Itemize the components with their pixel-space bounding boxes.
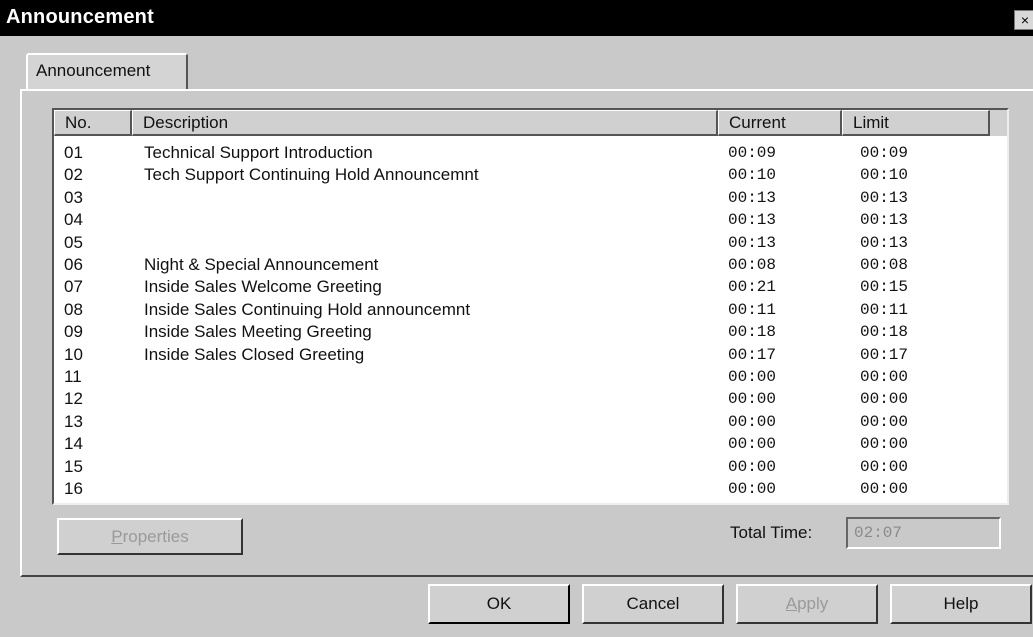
- row-current: 00:17: [728, 345, 777, 364]
- help-button[interactable]: Help: [890, 584, 1032, 624]
- table-row[interactable]: 13 00:00 00:00: [54, 411, 1007, 433]
- total-time-label: Total Time:: [730, 523, 813, 542]
- column-header-current[interactable]: Current: [718, 110, 842, 136]
- apply-mnemonic: A: [785, 594, 798, 613]
- total-time-field: 02:07: [846, 517, 1001, 549]
- column-header-limit[interactable]: Limit: [842, 110, 990, 136]
- properties-button[interactable]: Properties: [57, 518, 243, 555]
- row-current: 00:10: [728, 166, 777, 185]
- row-current: 00:08: [728, 256, 777, 274]
- row-limit: 00:00: [860, 480, 909, 498]
- properties-mnemonic: P: [111, 527, 123, 546]
- table-row[interactable]: 05 00:13 00:13: [54, 232, 1007, 254]
- row-current: 00:00: [728, 435, 777, 454]
- row-limit: 00:17: [860, 345, 909, 364]
- row-current: 00:18: [728, 323, 777, 342]
- row-number: 14: [64, 434, 83, 454]
- row-limit: 00:09: [860, 144, 909, 162]
- row-limit: 00:10: [860, 166, 909, 185]
- row-number: 12: [64, 389, 83, 409]
- row-description: Inside Sales Closed Greeting: [144, 344, 365, 364]
- row-current: 00:00: [728, 368, 777, 386]
- table-row[interactable]: 12 00:00 00:00: [54, 388, 1007, 410]
- row-number: 03: [64, 187, 83, 207]
- row-number: 08: [64, 299, 83, 319]
- row-limit: 00:08: [860, 256, 909, 274]
- table-row[interactable]: 09 Inside Sales Meeting Greeting 00:18 00:1…: [54, 321, 1007, 343]
- title-bar: Announcement ×: [0, 0, 1033, 36]
- row-description: Night & Special Announcement: [144, 255, 379, 274]
- row-current: 00:13: [728, 188, 777, 207]
- row-current: 00:13: [728, 211, 777, 230]
- row-description: Tech Support Continuing Hold Announcemnt: [144, 165, 479, 185]
- row-description: Technical Support Introduction: [144, 143, 373, 162]
- row-number: 05: [64, 232, 83, 252]
- tab-announcement[interactable]: Announcement: [26, 53, 188, 89]
- cancel-button[interactable]: Cancel: [582, 584, 724, 624]
- row-limit: 00:00: [860, 412, 909, 431]
- row-limit: 00:13: [860, 188, 909, 207]
- row-number: 09: [64, 322, 83, 342]
- row-number: 02: [64, 165, 83, 185]
- table-row[interactable]: 01 Technical Support Introduction 00:09 00:…: [54, 142, 1007, 164]
- table-row[interactable]: 02 Tech Support Continuing Hold Announcem…: [54, 164, 1007, 186]
- column-header-no[interactable]: No.: [54, 110, 132, 136]
- row-current: 00:11: [728, 300, 777, 319]
- row-number: 10: [64, 344, 83, 364]
- row-limit: 00:00: [860, 390, 909, 409]
- announcement-dialog: Announcement × Announcement No. Descript…: [0, 0, 1033, 637]
- row-number: 01: [64, 143, 83, 162]
- list-header: No. Description Current Limit: [54, 110, 1007, 136]
- row-number: 04: [64, 210, 83, 230]
- row-current: 00:00: [728, 390, 777, 409]
- row-current: 00:13: [728, 233, 777, 252]
- table-row[interactable]: 06 Night & Special Announcement 00:08 00:08: [54, 254, 1007, 276]
- apply-button[interactable]: Apply: [736, 584, 878, 624]
- table-row[interactable]: 07 Inside Sales Welcome Greeting 00:21 00:1…: [54, 276, 1007, 298]
- table-row[interactable]: 10 Inside Sales Closed Greeting 00:17 00:17: [54, 344, 1007, 366]
- row-limit: 00:00: [860, 368, 909, 386]
- table-row[interactable]: 14 00:00 00:00: [54, 433, 1007, 455]
- row-current: 00:00: [728, 412, 777, 431]
- table-row[interactable]: 03 00:13 00:13: [54, 187, 1007, 209]
- apply-label: pply: [797, 594, 829, 613]
- row-limit: 00:00: [860, 457, 909, 476]
- row-number: 07: [64, 277, 83, 297]
- row-limit: 00:11: [860, 300, 909, 319]
- close-button[interactable]: ×: [1014, 10, 1033, 30]
- announcement-list[interactable]: No. Description Current Limit 01 Technica…: [52, 108, 1009, 505]
- ok-button[interactable]: OK: [428, 584, 570, 624]
- row-description: Inside Sales Meeting Greeting: [144, 322, 372, 342]
- row-number: 15: [64, 456, 83, 476]
- row-limit: 00:00: [860, 435, 909, 454]
- row-current: 00:00: [728, 457, 777, 476]
- table-row[interactable]: 16 00:00 00:00: [54, 478, 1007, 500]
- row-current: 00:00: [728, 480, 777, 498]
- row-number: 16: [64, 479, 83, 498]
- row-limit: 00:13: [860, 211, 909, 230]
- table-row[interactable]: 11 00:00 00:00: [54, 366, 1007, 388]
- row-limit: 00:18: [860, 323, 909, 342]
- row-number: 06: [64, 255, 83, 274]
- row-description: Inside Sales Welcome Greeting: [144, 277, 382, 297]
- row-limit: 00:13: [860, 233, 909, 252]
- row-current: 00:09: [728, 144, 777, 162]
- column-header-description[interactable]: Description: [132, 110, 718, 136]
- window-title: Announcement: [6, 6, 154, 28]
- table-row[interactable]: 08 Inside Sales Continuing Hold announcem…: [54, 299, 1007, 321]
- row-description: Inside Sales Continuing Hold announcemnt: [144, 299, 471, 319]
- row-limit: 00:15: [860, 278, 909, 297]
- row-number: 13: [64, 411, 83, 431]
- row-current: 00:21: [728, 278, 777, 297]
- row-number: 11: [64, 367, 82, 386]
- table-row[interactable]: 15 00:00 00:00: [54, 456, 1007, 478]
- properties-label: roperties: [122, 527, 189, 546]
- table-row[interactable]: 04 00:13 00:13: [54, 209, 1007, 231]
